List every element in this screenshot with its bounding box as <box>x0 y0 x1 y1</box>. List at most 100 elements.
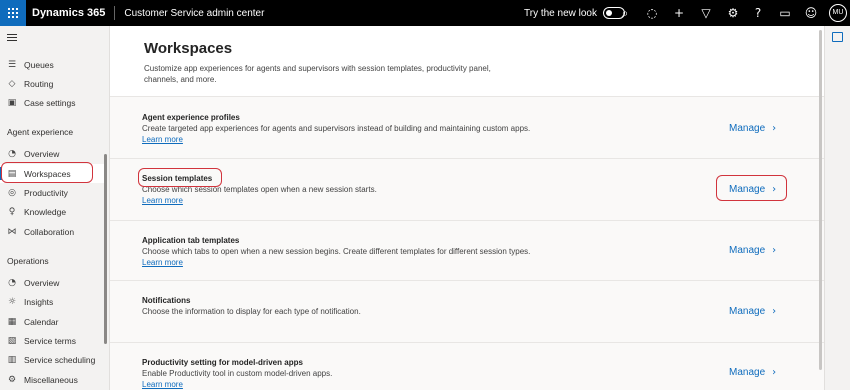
nav-item-service-scheduling[interactable]: ▥ Service scheduling <box>0 350 104 369</box>
overview-icon: ◔ <box>8 148 16 159</box>
nav-item-label: Calendar <box>24 316 59 327</box>
chevron-right-icon: › <box>772 306 777 317</box>
brand-name[interactable]: Dynamics 365 <box>32 7 105 19</box>
highlight-outline-workspaces <box>1 162 93 183</box>
nav-item-label: Overview <box>24 277 60 288</box>
nav-item-label: Routing <box>24 78 54 89</box>
section-title: Agent experience profiles <box>142 113 240 122</box>
manage-label: Manage <box>729 123 766 134</box>
highlight-outline-session-templates <box>138 168 222 187</box>
section-title: Productivity setting for model-driven ap… <box>142 358 303 367</box>
productivity-icon: ◎ <box>8 187 16 198</box>
manage-button[interactable]: Manage › <box>729 123 776 134</box>
manage-button[interactable]: Manage › <box>729 245 776 256</box>
nav-item-service-terms[interactable]: ▧ Service terms <box>0 331 104 350</box>
nav-group-agent-experience: Agent experience <box>7 127 74 137</box>
nav-item-case-settings[interactable]: ▣ Case settings <box>0 93 104 112</box>
nav-item-label: Service terms <box>24 335 76 346</box>
add-icon[interactable]: + <box>671 5 687 21</box>
settings-list: Agent experience profiles Create targete… <box>110 96 824 390</box>
case-settings-icon: ▣ <box>7 97 17 108</box>
nav-item-productivity[interactable]: ◎ Productivity <box>0 183 104 202</box>
learn-more-link[interactable]: Learn more <box>142 258 183 267</box>
nav-item-label: Knowledge <box>24 206 67 217</box>
page-title: Workspaces <box>144 40 233 57</box>
page-description: Customize app experiences for agents and… <box>144 64 491 84</box>
chevron-right-icon: › <box>772 123 777 134</box>
manage-label: Manage <box>729 367 766 378</box>
miscellaneous-icon: ⚙ <box>7 374 17 385</box>
nav-scrollbar[interactable] <box>104 154 107 344</box>
service-terms-icon: ▧ <box>7 335 17 346</box>
learn-more-link[interactable]: Learn more <box>142 135 183 144</box>
section-description: Choose the information to display for ea… <box>142 307 361 316</box>
avatar[interactable]: MU <box>829 4 847 22</box>
manage-label: Manage <box>729 245 766 256</box>
calendar-icon: ▦ <box>7 316 17 327</box>
queues-icon: ☰ <box>7 59 17 70</box>
new-look-toggle-group: Try the new look <box>524 0 625 26</box>
nav-item-label: Insights <box>24 296 54 307</box>
smiley-icon[interactable]: ☺ <box>803 5 819 21</box>
search-icon[interactable]: ⌕ <box>617 5 633 21</box>
hamburger-icon[interactable] <box>7 34 17 43</box>
learn-more-link[interactable]: Learn more <box>142 380 183 389</box>
manage-button[interactable]: Manage › <box>729 367 776 378</box>
header-divider <box>114 6 116 20</box>
learn-more-link[interactable]: Learn more <box>142 196 183 205</box>
nav-item-label: Miscellaneous <box>24 374 78 385</box>
nav-item-miscellaneous[interactable]: ⚙ Miscellaneous <box>0 370 104 389</box>
nav-item-label: Overview <box>24 148 60 159</box>
section-description: Enable Productivity tool in custom model… <box>142 369 333 378</box>
nav-item-insights[interactable]: ☼ Insights <box>0 292 104 311</box>
nav-item-label: Service scheduling <box>24 354 96 365</box>
chevron-right-icon: › <box>772 367 777 378</box>
nav-item-collaboration[interactable]: ⋈ Collaboration <box>0 222 104 241</box>
manage-button[interactable]: Manage › <box>729 306 776 317</box>
nav-item-knowledge[interactable]: ♀ Knowledge <box>0 202 104 221</box>
chat-icon[interactable]: ▭ <box>777 5 793 21</box>
section-productivity-setting: Productivity setting for model-driven ap… <box>110 342 824 390</box>
overview-icon: ◔ <box>8 277 16 288</box>
nav-item-operations-overview[interactable]: ◔ Overview <box>0 273 104 292</box>
main-content: Workspaces Customize app experiences for… <box>110 26 824 390</box>
nav-item-overview[interactable]: ◔ Overview <box>0 144 104 163</box>
nav-item-label: Productivity <box>24 187 68 198</box>
section-title: Application tab templates <box>142 236 240 245</box>
collaboration-icon: ⋈ <box>7 226 17 237</box>
nav-item-queues[interactable]: ☰ Queues <box>0 55 104 74</box>
nav-item-label: Queues <box>24 59 54 70</box>
highlight-outline-manage <box>716 175 787 201</box>
try-new-look-label: Try the new look <box>524 7 597 19</box>
section-agent-experience-profiles: Agent experience profiles Create targete… <box>110 96 824 158</box>
app-title[interactable]: Customer Service admin center <box>124 8 264 19</box>
main-scrollbar[interactable] <box>819 30 822 370</box>
settings-icon[interactable]: ⚙ <box>725 5 741 21</box>
lightbulb-icon[interactable]: ◌ <box>644 5 660 21</box>
side-panel-icon[interactable] <box>832 32 843 42</box>
filter-icon[interactable]: ▽ <box>698 5 714 21</box>
section-notifications: Notifications Choose the information to … <box>110 280 824 342</box>
section-description: Choose which tabs to open when a new ses… <box>142 247 531 256</box>
nav-item-calendar[interactable]: ▦ Calendar <box>0 312 104 331</box>
insights-icon: ☼ <box>7 296 17 307</box>
nav-item-label: Case settings <box>24 97 76 108</box>
app-launcher-button[interactable] <box>0 0 26 26</box>
nav-group-operations: Operations <box>7 256 49 266</box>
knowledge-icon: ♀ <box>8 206 16 217</box>
help-icon[interactable]: ? <box>750 5 766 21</box>
page-header: Workspaces Customize app experiences for… <box>144 40 504 85</box>
left-nav: ☰ Queues ◇ Routing ▣ Case settings Agent… <box>0 26 110 390</box>
section-application-tab-templates: Application tab templates Choose which t… <box>110 220 824 280</box>
waffle-icon <box>8 8 18 18</box>
right-rail <box>824 26 850 390</box>
nav-item-label: Collaboration <box>24 226 75 237</box>
service-scheduling-icon: ▥ <box>7 354 17 365</box>
section-description: Create targeted app experiences for agen… <box>142 124 531 133</box>
nav-item-routing[interactable]: ◇ Routing <box>0 74 104 93</box>
manage-label: Manage <box>729 306 766 317</box>
routing-icon: ◇ <box>8 78 16 89</box>
section-title: Notifications <box>142 296 191 305</box>
chevron-right-icon: › <box>772 245 777 256</box>
top-bar: Dynamics 365 Customer Service admin cent… <box>0 0 850 26</box>
